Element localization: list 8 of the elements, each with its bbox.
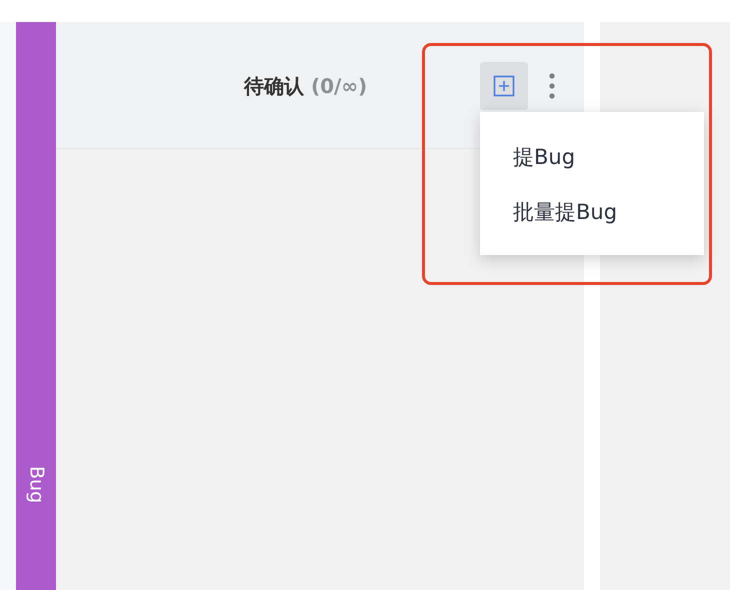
menu-item[interactable]: 批量提Bug	[480, 184, 704, 239]
add-icon	[493, 75, 515, 97]
more-icon	[549, 73, 555, 99]
swimlane-label: Bug	[26, 466, 46, 504]
column-count: (0/∞)	[311, 74, 368, 98]
menu-item[interactable]: 提Bug	[480, 129, 704, 184]
add-button[interactable]	[480, 62, 528, 110]
column-title: 待确认	[244, 72, 304, 100]
